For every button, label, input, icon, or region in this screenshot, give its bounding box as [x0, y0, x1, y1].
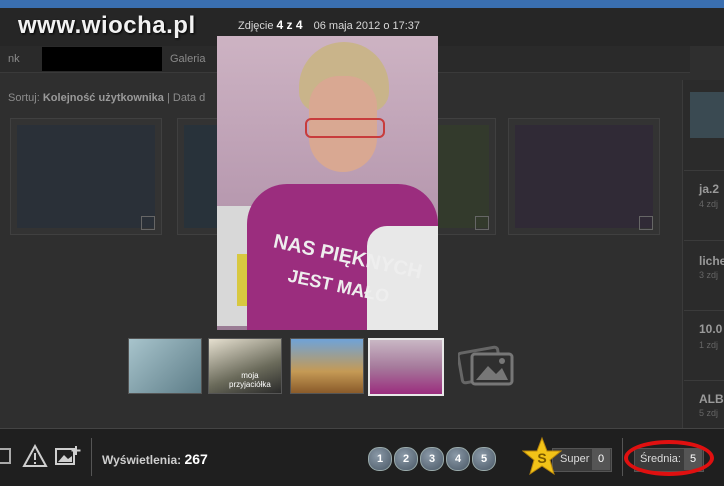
divider	[684, 380, 724, 381]
rate-1-button[interactable]: 1	[368, 447, 392, 471]
top-accent-strip	[0, 0, 724, 8]
album-thumb[interactable]	[10, 118, 162, 235]
divider	[622, 438, 623, 476]
sort-separator: |	[166, 92, 170, 104]
filmstrip-thumb[interactable]	[128, 338, 202, 394]
divider	[684, 310, 724, 311]
thumb-caption-line1: moja	[241, 371, 259, 380]
main-photo[interactable]: NAS PIĘKNYCH JEST MAŁO	[217, 36, 438, 330]
site-watermark: www.wiocha.pl	[18, 12, 196, 39]
filmstrip-thumb[interactable]: moja przyjaciółka	[208, 338, 282, 394]
add-photo-icon[interactable]	[55, 444, 81, 468]
add-photos-icon[interactable]	[458, 342, 516, 388]
divider	[91, 438, 92, 476]
super-star-icon[interactable]: S	[522, 436, 562, 476]
rate-5-button[interactable]: 5	[472, 447, 496, 471]
rate-3-button[interactable]: 3	[420, 447, 444, 471]
breadcrumb-gallery[interactable]: Galeria	[170, 53, 205, 65]
divider	[684, 170, 724, 171]
views-counter: Wyświetlenia: 267	[102, 451, 208, 467]
thumb-image	[129, 339, 201, 393]
album-title[interactable]: liche	[699, 254, 724, 268]
album-thumb-image	[515, 125, 653, 228]
views-label: Wyświetlenia:	[102, 453, 182, 467]
thumb-image	[291, 339, 363, 393]
rate-4-button[interactable]: 4	[446, 447, 470, 471]
divider	[684, 240, 724, 241]
album-title[interactable]: 10.0	[699, 322, 722, 336]
svg-text:S: S	[537, 450, 546, 466]
photo-counter: 4 z 4	[276, 18, 303, 32]
highlight-ellipse	[624, 440, 714, 476]
breadcrumb-nk[interactable]: nk	[8, 53, 20, 65]
album-title[interactable]: ja.2	[699, 182, 719, 196]
sort-user-order[interactable]: Kolejność użytkownika	[43, 92, 164, 104]
photo-label: Zdjęcie	[238, 20, 274, 32]
sort-date[interactable]: Data d	[173, 92, 205, 104]
warning-icon[interactable]	[22, 444, 48, 468]
thumb-caption: moja przyjaciółka	[229, 371, 271, 389]
photo-icon	[639, 216, 653, 230]
thumb-image	[370, 340, 442, 394]
redacted-username	[42, 47, 162, 71]
super-label: Super	[560, 453, 590, 465]
album-count: 1 zdj	[699, 340, 719, 350]
album-avatar[interactable]	[690, 92, 724, 138]
filmstrip-thumb-active[interactable]	[368, 338, 444, 396]
album-count: 4 zdj	[699, 199, 719, 209]
super-count: 0	[592, 448, 610, 470]
sort-label: Sortuj:	[8, 92, 40, 104]
slideshow-icon[interactable]	[0, 444, 14, 468]
photo-date: 06 maja 2012 o 17:37	[313, 20, 421, 32]
album-count: 5 zdj	[699, 408, 719, 418]
photo-meta: Zdjęcie 4 z 4 06 maja 2012 o 17:37	[238, 18, 420, 32]
album-count: 3 zdj	[699, 270, 719, 280]
sort-line: Sortuj: Kolejność użytkownika | Data d	[8, 92, 205, 104]
photo-stamp	[237, 254, 247, 306]
album-thumb[interactable]	[508, 118, 660, 235]
album-title[interactable]: ALBU	[699, 392, 724, 406]
photo-icon	[475, 216, 489, 230]
rate-2-button[interactable]: 2	[394, 447, 418, 471]
photo-icon	[141, 216, 155, 230]
photo-glasses	[305, 118, 385, 138]
views-value: 267	[184, 451, 208, 467]
album-thumb-image	[17, 125, 155, 228]
thumb-caption-line2: przyjaciółka	[229, 380, 271, 389]
filmstrip-thumb[interactable]	[290, 338, 364, 394]
